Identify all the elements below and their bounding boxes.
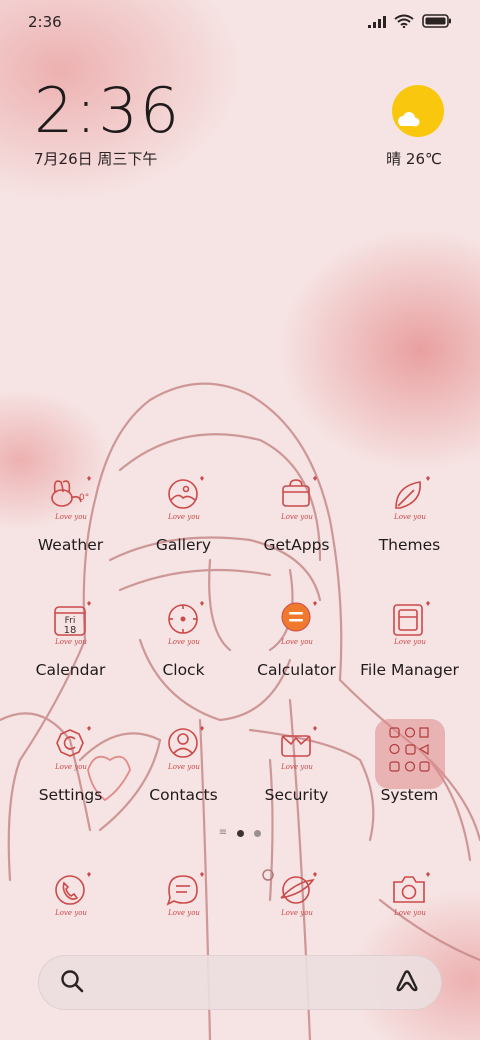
battery-icon: [422, 13, 452, 32]
dock-messages[interactable]: Love you: [127, 868, 240, 924]
calculator-icon: Love you: [269, 597, 325, 653]
svg-text:Love you: Love you: [167, 763, 200, 771]
gallery-icon: Love you: [156, 472, 212, 528]
signal-icon: [368, 13, 386, 32]
app-calendar[interactable]: Fri 18 Love you Calendar: [14, 597, 127, 722]
app-file-manager[interactable]: Love you File Manager: [353, 597, 466, 722]
clock-widget-date: 7月26日 周三下午: [34, 150, 158, 168]
svg-text:Love you: Love you: [280, 763, 313, 771]
camera-icon: Love you: [382, 868, 438, 924]
dock-browser[interactable]: Love you: [240, 868, 353, 924]
clock-widget[interactable]: 2:36 7月26日 周三下午: [34, 78, 181, 169]
search-icon[interactable]: [59, 968, 85, 998]
svg-text:Love you: Love you: [54, 909, 87, 917]
svg-text:Love you: Love you: [280, 638, 313, 646]
status-time: 2:36: [28, 13, 62, 31]
dock-phone[interactable]: Love you: [14, 868, 127, 924]
sun-cloud-icon: [391, 84, 445, 138]
dock-camera[interactable]: Love you: [353, 868, 466, 924]
app-calculator[interactable]: Love you Calculator: [240, 597, 353, 722]
app-label: Weather: [37, 536, 104, 554]
menu-lines-icon: ≡: [218, 827, 228, 838]
svg-text:Love you: Love you: [393, 638, 426, 646]
security-icon: Love you: [269, 722, 325, 778]
svg-text:Love you: Love you: [280, 909, 313, 917]
phone-icon: Love you: [43, 868, 99, 924]
svg-text:Love you: Love you: [54, 513, 87, 521]
contacts-icon: Love you: [156, 722, 212, 778]
messages-icon: Love you: [156, 868, 212, 924]
svg-text:Love you: Love you: [54, 763, 87, 771]
browser-icon: Love you: [269, 868, 325, 924]
folder-icon: [374, 719, 445, 789]
svg-text:Love you: Love you: [167, 909, 200, 917]
app-label: File Manager: [360, 661, 459, 679]
page-indicator[interactable]: ≡: [0, 828, 480, 838]
svg-text:Love you: Love you: [280, 513, 313, 521]
svg-text:Love you: Love you: [167, 638, 200, 646]
weather-temperature: 晴 26℃: [386, 150, 442, 168]
svg-text:0°: 0°: [79, 493, 89, 503]
svg-text:Love you: Love you: [167, 513, 200, 521]
svg-text:Love you: Love you: [393, 513, 426, 521]
app-weather[interactable]: 0° Love you Weather: [14, 472, 127, 597]
weather-widget[interactable]: 晴 26℃: [386, 84, 448, 169]
assistant-icon[interactable]: [393, 967, 421, 999]
file-manager-icon: Love you: [382, 597, 438, 653]
status-icons: [368, 13, 452, 32]
app-label: GetApps: [263, 536, 330, 554]
weather-icon: 0° Love you: [43, 472, 99, 528]
dock: Love you Love you Love you Love you: [14, 868, 466, 924]
wifi-icon: [394, 13, 414, 32]
clock-icon: Love you: [156, 597, 212, 653]
getapps-icon: Love you: [269, 472, 325, 528]
search-bar[interactable]: [38, 955, 442, 1010]
themes-icon: Love you: [382, 472, 438, 528]
app-label: Contacts: [149, 786, 218, 804]
page-dot[interactable]: [254, 829, 262, 837]
app-clock[interactable]: Love you Clock: [127, 597, 240, 722]
calendar-icon: Fri 18 Love you: [43, 597, 99, 653]
app-label: Gallery: [155, 536, 212, 554]
app-label: Calendar: [35, 661, 106, 679]
svg-text:Love you: Love you: [54, 638, 87, 646]
app-row: Fri 18 Love you Calendar Love you Clock …: [14, 597, 466, 722]
app-grid: 0° Love you Weather Love you Gallery Lov…: [14, 472, 466, 847]
app-label: Calculator: [257, 661, 336, 679]
app-label: Security: [264, 786, 329, 804]
svg-text:Love you: Love you: [393, 909, 426, 917]
app-label: Settings: [38, 786, 103, 804]
status-bar: 2:36: [0, 0, 480, 44]
app-label: Themes: [378, 536, 441, 554]
app-themes[interactable]: Love you Themes: [353, 472, 466, 597]
clock-widget-time: 2:36: [34, 74, 182, 147]
svg-text:18: 18: [63, 625, 76, 636]
app-gallery[interactable]: Love you Gallery: [127, 472, 240, 597]
settings-icon: Love you: [43, 722, 99, 778]
app-label: Clock: [162, 661, 205, 679]
page-dot-active[interactable]: [237, 829, 245, 837]
app-getapps[interactable]: Love you GetApps: [240, 472, 353, 597]
app-row: 0° Love you Weather Love you Gallery Lov…: [14, 472, 466, 597]
